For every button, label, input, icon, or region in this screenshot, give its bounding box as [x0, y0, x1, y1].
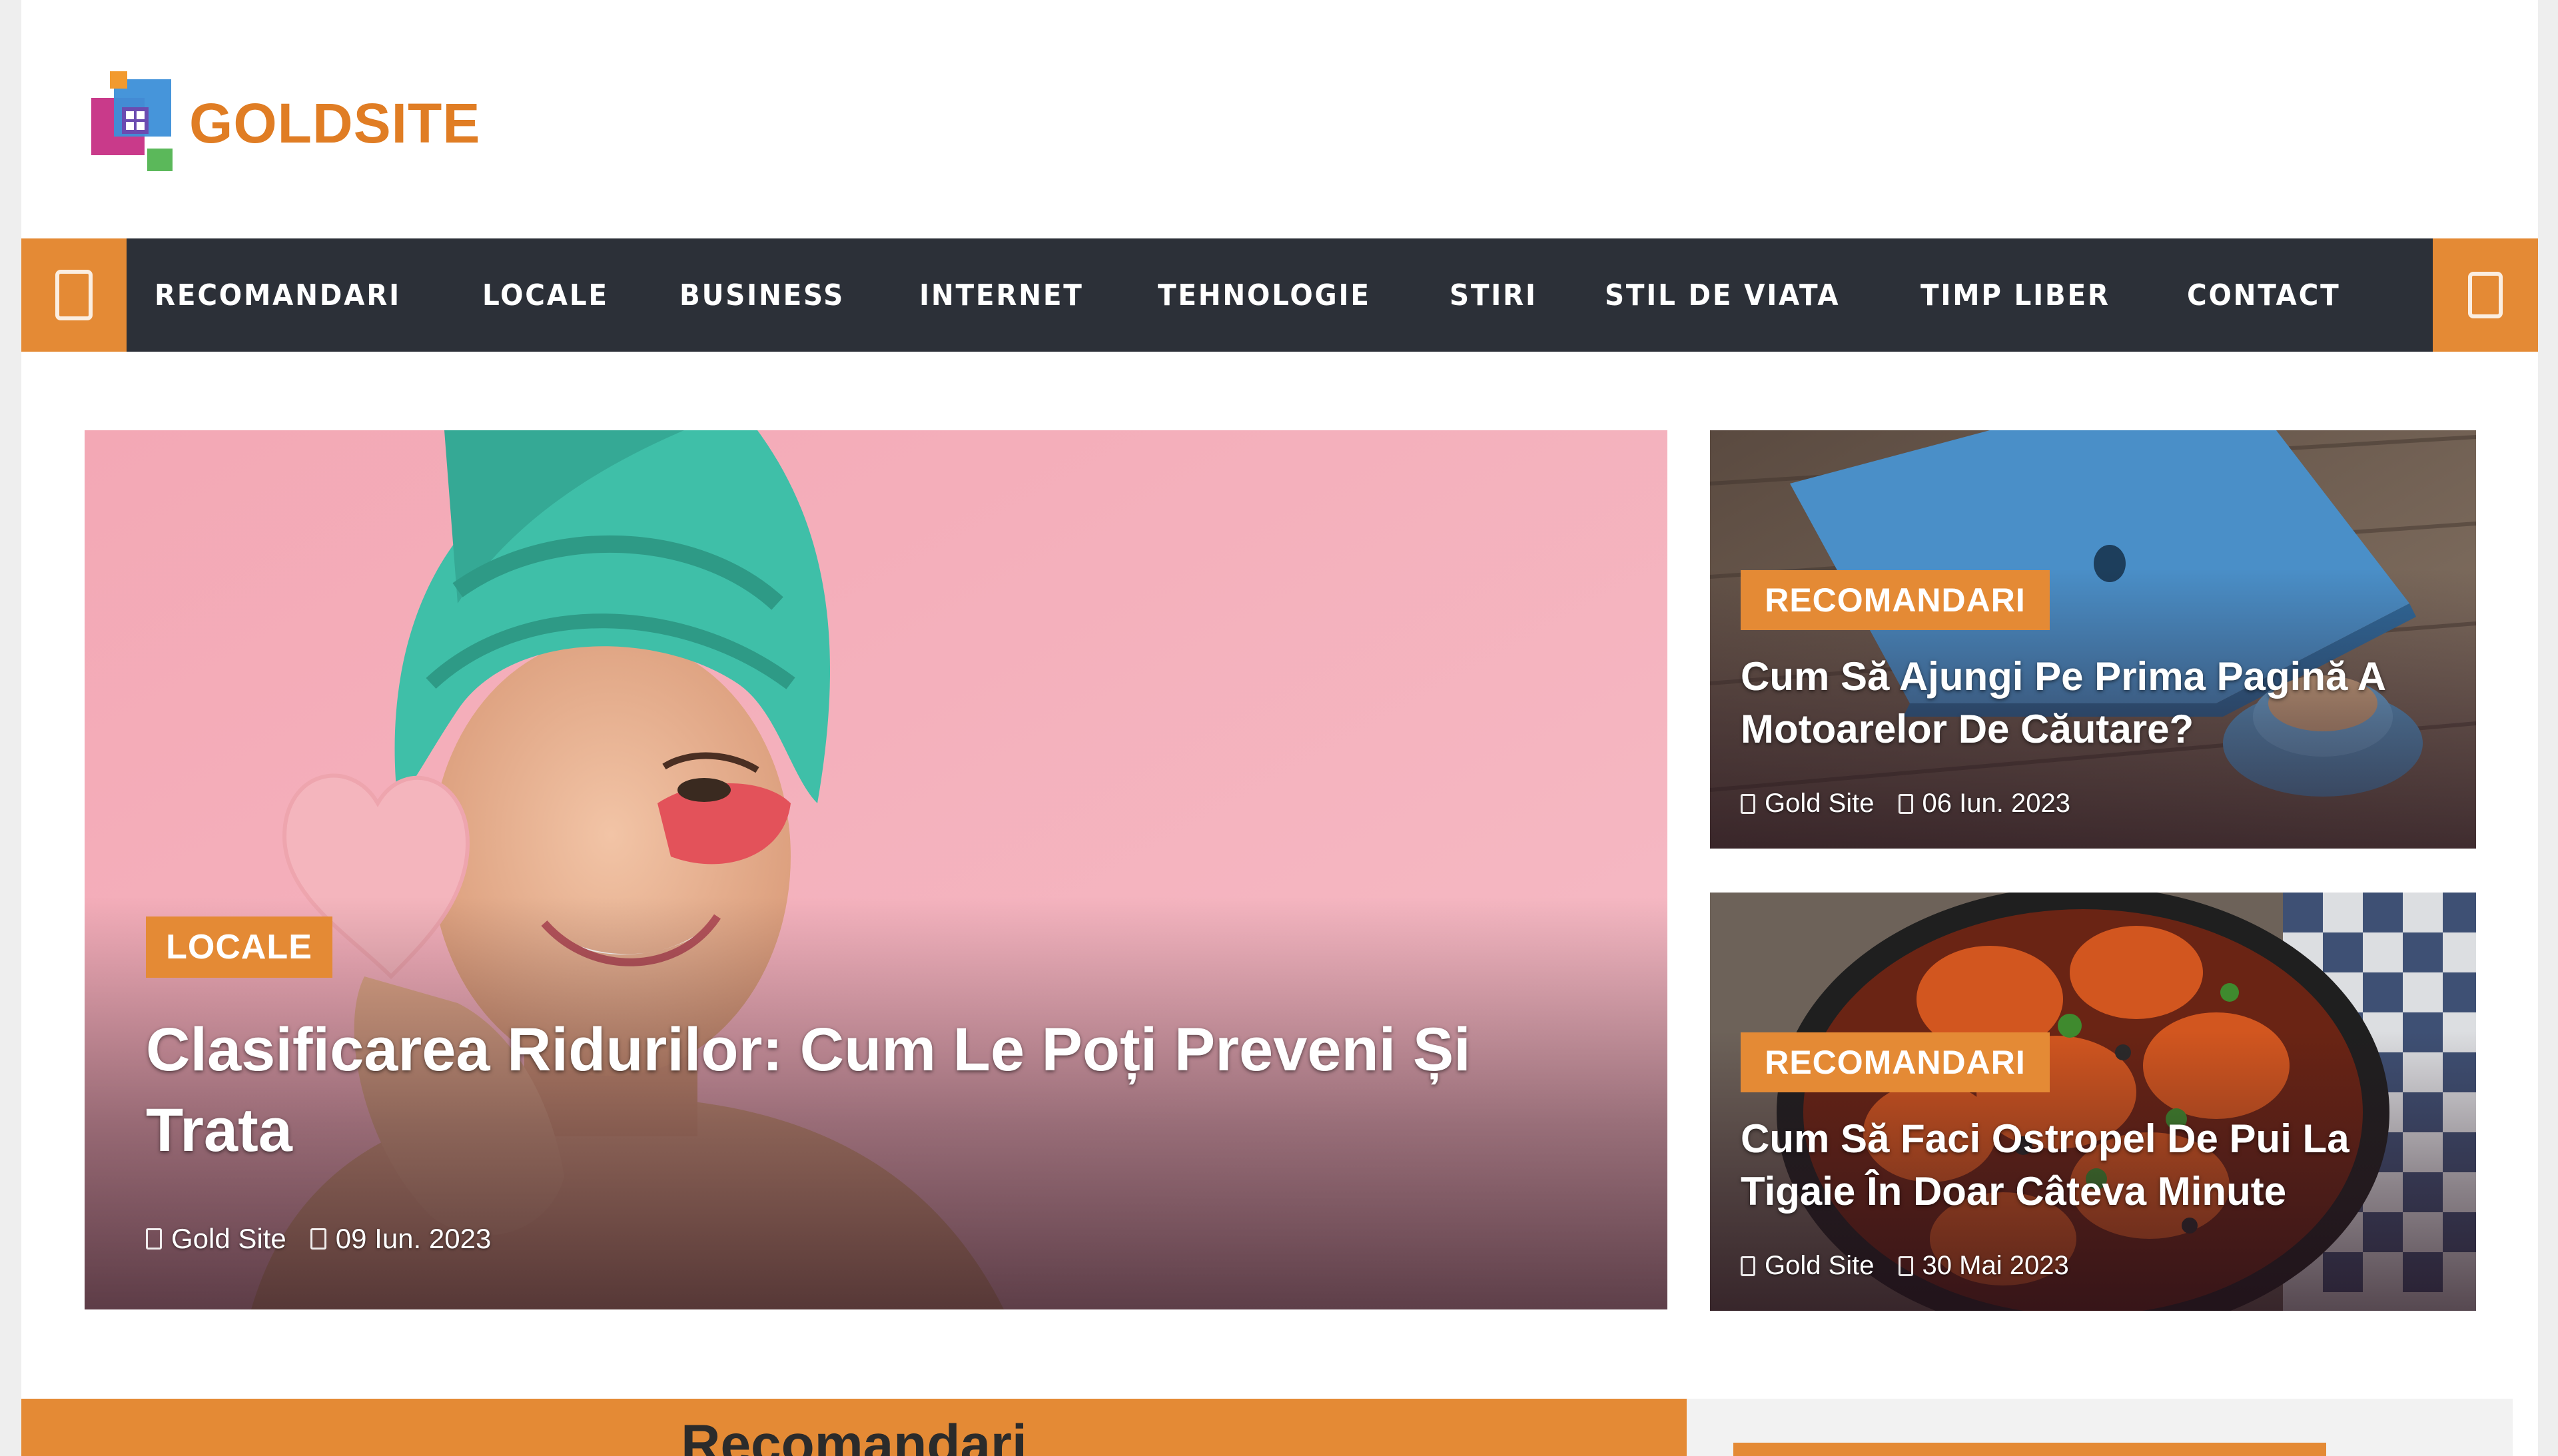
side-post-meta-2: Gold Site 30 Mai 2023	[1741, 1251, 2093, 1281]
main-navigation: RECOMANDARI LOCALE BUSINESS INTERNET TEH…	[21, 238, 2538, 352]
side-post-title-2[interactable]: Cum Să Faci Ostropel De Pui La Tigaie În…	[1741, 1112, 2453, 1218]
logo-icon	[91, 70, 181, 177]
featured-category-badge[interactable]: LOCALE	[146, 916, 332, 978]
logo-text: GOLDSITE	[189, 91, 481, 155]
featured-date: 09 Iun. 2023	[335, 1223, 492, 1254]
nav-item-stil-de-viata[interactable]: STIL DE VIATA	[1605, 278, 1840, 312]
site-logo[interactable]: GOLDSITE	[91, 67, 491, 180]
nav-item-timp-liber[interactable]: TIMP LIBER	[1920, 278, 2110, 312]
side-post-meta-1: Gold Site 06 Iun. 2023	[1741, 789, 2094, 819]
section-title[interactable]: Recomandari	[681, 1413, 1027, 1456]
nav-item-contact[interactable]: CONTACT	[2187, 278, 2340, 312]
search-box-icon	[2468, 272, 2503, 318]
sidebar-widget	[1687, 1399, 2513, 1456]
featured-post-title[interactable]: Clasificarea Ridurilor: Cum Le Poți Prev…	[146, 1010, 1611, 1172]
menu-toggle-button[interactable]	[21, 238, 127, 352]
side-date-2: 30 Mai 2023	[1922, 1251, 2069, 1280]
side-post-title-1[interactable]: Cum Să Ajungi Pe Prima Pagină A Motoarel…	[1741, 650, 2453, 755]
nav-menu: RECOMANDARI LOCALE BUSINESS INTERNET TEH…	[127, 238, 2433, 352]
side-author-2[interactable]: Gold Site	[1765, 1251, 1875, 1281]
featured-post-meta: Gold Site 09 Iun. 2023	[146, 1223, 515, 1255]
nav-item-internet[interactable]: INTERNET	[919, 278, 1084, 312]
side-category-badge-2[interactable]: RECOMANDARI	[1741, 1032, 2050, 1092]
nav-item-tehnologie[interactable]: TEHNOLOGIE	[1158, 278, 1371, 312]
user-icon	[146, 1228, 162, 1250]
calendar-icon	[1898, 1256, 1913, 1276]
side-post-card-1[interactable]: RECOMANDARI Cum Să Ajungi Pe Prima Pagin…	[1710, 430, 2476, 849]
menu-box-icon	[55, 270, 93, 320]
nav-item-recomandari[interactable]: RECOMANDARI	[155, 278, 401, 312]
featured-post-card[interactable]: LOCALE Clasificarea Ridurilor: Cum Le Po…	[85, 430, 1667, 1309]
nav-item-locale[interactable]: LOCALE	[482, 278, 609, 312]
side-category-badge-1[interactable]: RECOMANDARI	[1741, 570, 2050, 630]
calendar-icon	[1898, 793, 1913, 814]
search-toggle-button[interactable]	[2433, 238, 2538, 352]
user-icon	[1741, 1256, 1755, 1276]
user-icon	[1741, 793, 1755, 814]
section-header-recomandari: Recomandari	[21, 1399, 1687, 1456]
calendar-icon	[310, 1228, 326, 1250]
nav-item-stiri[interactable]: STIRI	[1450, 278, 1537, 312]
featured-author[interactable]: Gold Site	[171, 1223, 286, 1255]
page: GOLDSITE RECOMANDARI LOCALE BUSINESS INT…	[21, 0, 2538, 1456]
side-author-1[interactable]: Gold Site	[1765, 789, 1875, 819]
side-date-1: 06 Iun. 2023	[1922, 789, 2070, 818]
side-post-card-2[interactable]: RECOMANDARI Cum Să Faci Ostropel De Pui …	[1710, 893, 2476, 1311]
sidebar-widget-header	[1733, 1443, 2326, 1456]
nav-item-business[interactable]: BUSINESS	[679, 278, 845, 312]
